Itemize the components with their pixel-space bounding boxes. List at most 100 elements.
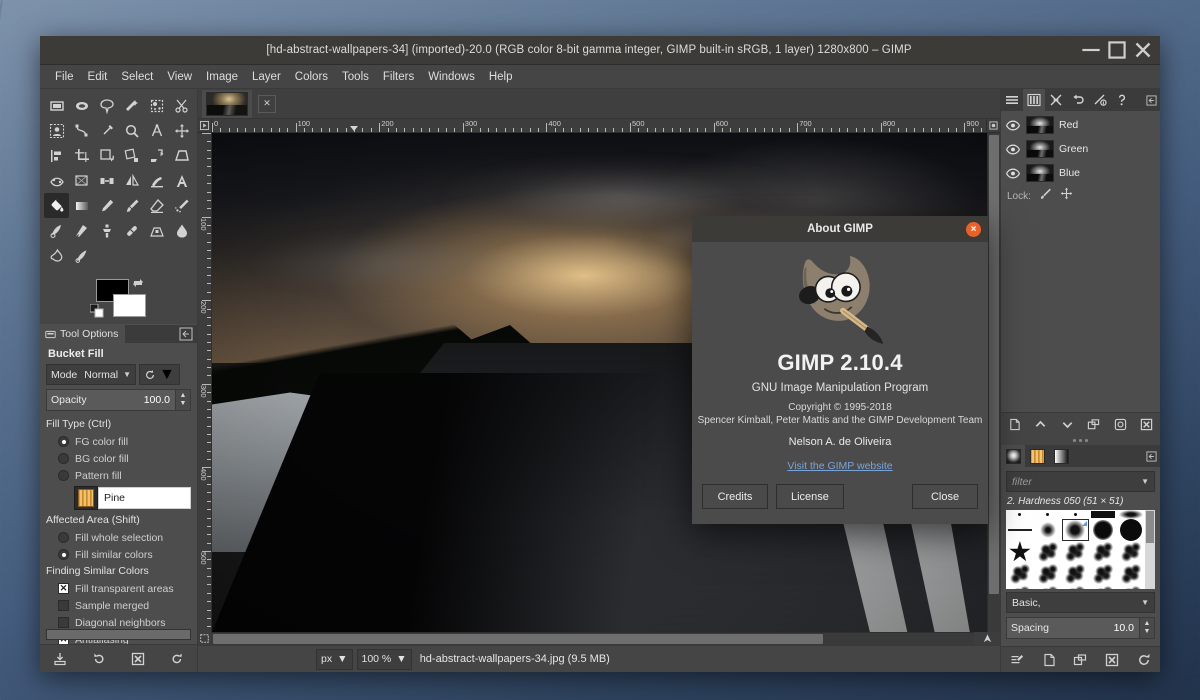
brush-cell[interactable] [1089,510,1117,519]
delete-channel-button[interactable] [1137,416,1157,434]
brush-cell[interactable] [1089,519,1117,541]
brush-cell[interactable] [1006,519,1034,541]
brush-tag-dropdown[interactable]: Basic, ▼ [1006,592,1155,613]
gradient-tool[interactable] [69,193,94,218]
clone-tool[interactable] [94,218,119,243]
tab-patterns[interactable] [1025,445,1049,467]
rotate-tool[interactable] [94,143,119,168]
quick-mask-toggle-button[interactable] [198,632,211,645]
color-picker-tool[interactable] [94,118,119,143]
brush-grid[interactable] [1006,510,1145,589]
opacity-stepper[interactable]: ▲▼ [175,390,190,410]
refresh-brushes-button[interactable] [1134,651,1154,669]
brush-filter-row[interactable]: filter ▼ [1006,471,1155,492]
blur-sharpen-tool[interactable] [169,218,194,243]
flip-tool[interactable] [119,168,144,193]
rect-select-tool[interactable] [44,93,69,118]
visibility-eye-icon[interactable] [1005,166,1021,180]
brush-cell[interactable] [1006,510,1034,519]
ruler-origin-button[interactable] [198,119,212,133]
brush-cell[interactable] [1089,563,1117,585]
tab-images[interactable] [1111,89,1133,111]
brush-cell[interactable] [1034,563,1062,585]
tab-pointer[interactable] [1089,89,1111,111]
ellipse-select-tool[interactable] [69,93,94,118]
spacing-stepper[interactable]: ▲▼ [1139,618,1154,638]
affected-area-whole-selection[interactable]: Fill whole selection [46,529,191,546]
credits-button[interactable]: Credits [702,484,768,509]
affected-area-similar-colors[interactable]: Fill similar colors [46,546,191,563]
menu-select[interactable]: Select [114,68,160,86]
channel-row-blue[interactable]: Blue [1001,161,1160,185]
eraser-tool[interactable] [144,193,169,218]
chevron-down-icon[interactable]: ▼ [1141,477,1149,486]
perspective-clone-tool[interactable] [144,218,169,243]
dock-separator-grip[interactable] [1001,436,1160,445]
swap-colors-icon[interactable] [132,276,144,288]
move-tool[interactable] [169,118,194,143]
brush-grid-scrollbar[interactable] [1145,510,1155,589]
zoom-tool[interactable] [119,118,144,143]
mode-dropdown[interactable]: Mode Normal ▼ [46,364,136,385]
channel-row-green[interactable]: Green [1001,137,1160,161]
visibility-eye-icon[interactable] [1005,142,1021,156]
brush-cell[interactable] [1034,519,1062,541]
lock-position-button[interactable] [1060,187,1073,205]
alignment-tool[interactable] [44,143,69,168]
duplicate-channel-button[interactable] [1084,416,1104,434]
foreground-select-tool[interactable] [44,118,69,143]
channels-dock-menu-button[interactable] [1142,89,1160,111]
channel-row-red[interactable]: Red [1001,113,1160,137]
maximize-button[interactable] [1104,38,1130,62]
gimp-website-link[interactable]: Visit the GIMP website [787,460,892,472]
delete-tool-preset-button[interactable] [127,649,149,669]
brush-cell[interactable] [1062,510,1090,519]
unified-transform-tool[interactable] [69,168,94,193]
tab-layers[interactable] [1001,89,1023,111]
menu-help[interactable]: Help [482,68,520,86]
reset-tool-options-button[interactable] [166,649,188,669]
canvas-horizontal-scrollbar[interactable] [211,632,974,645]
ink-tool[interactable] [44,218,69,243]
brush-filter-input[interactable]: filter [1012,476,1141,488]
tab-gradients[interactable] [1049,445,1073,467]
menu-edit[interactable]: Edit [81,68,115,86]
tab-paths[interactable] [1045,89,1067,111]
visibility-eye-icon[interactable] [1005,118,1021,132]
airbrush-tool[interactable] [169,193,194,218]
brush-cell[interactable] [1117,510,1145,519]
menu-image[interactable]: Image [199,68,245,86]
reset-colors-icon[interactable] [90,304,104,318]
lock-pixels-button[interactable] [1039,187,1052,205]
brush-cell[interactable] [1034,510,1062,519]
brush-cell[interactable] [1062,563,1090,585]
pencil-tool[interactable] [94,193,119,218]
about-dialog-close-icon[interactable]: × [966,222,981,237]
brush-cell[interactable] [1034,541,1062,563]
brush-cell[interactable] [1062,585,1090,589]
close-button[interactable]: Close [912,484,978,509]
select-by-color-tool[interactable] [144,93,169,118]
image-tab-close-button[interactable]: ✕ [258,95,276,113]
channel-to-selection-button[interactable] [1110,416,1130,434]
new-brush-button[interactable] [1039,651,1059,669]
menu-layer[interactable]: Layer [245,68,288,86]
paths-tool[interactable] [69,118,94,143]
option-sample-merged[interactable]: Sample merged [46,597,191,614]
delete-brush-button[interactable] [1102,651,1122,669]
reset-mode-button[interactable]: ▼ [139,364,180,385]
save-tool-preset-button[interactable] [49,649,71,669]
measure-tool[interactable] [144,118,169,143]
license-button[interactable]: License [776,484,844,509]
fill-type-option-fg[interactable]: FG color fill [46,433,191,450]
horizontal-ruler[interactable]: 0100200300400500600700800900 [212,119,986,133]
warp-transform-tool[interactable] [44,168,69,193]
minimize-button[interactable] [1078,38,1104,62]
brush-cell[interactable] [1089,585,1117,589]
brush-cell[interactable] [1117,563,1145,585]
menu-windows[interactable]: Windows [421,68,482,86]
channels-empty-area[interactable] [1001,207,1160,412]
image-tab[interactable] [202,90,252,118]
menu-tools[interactable]: Tools [335,68,376,86]
pattern-name-field[interactable]: Pine [98,487,191,509]
